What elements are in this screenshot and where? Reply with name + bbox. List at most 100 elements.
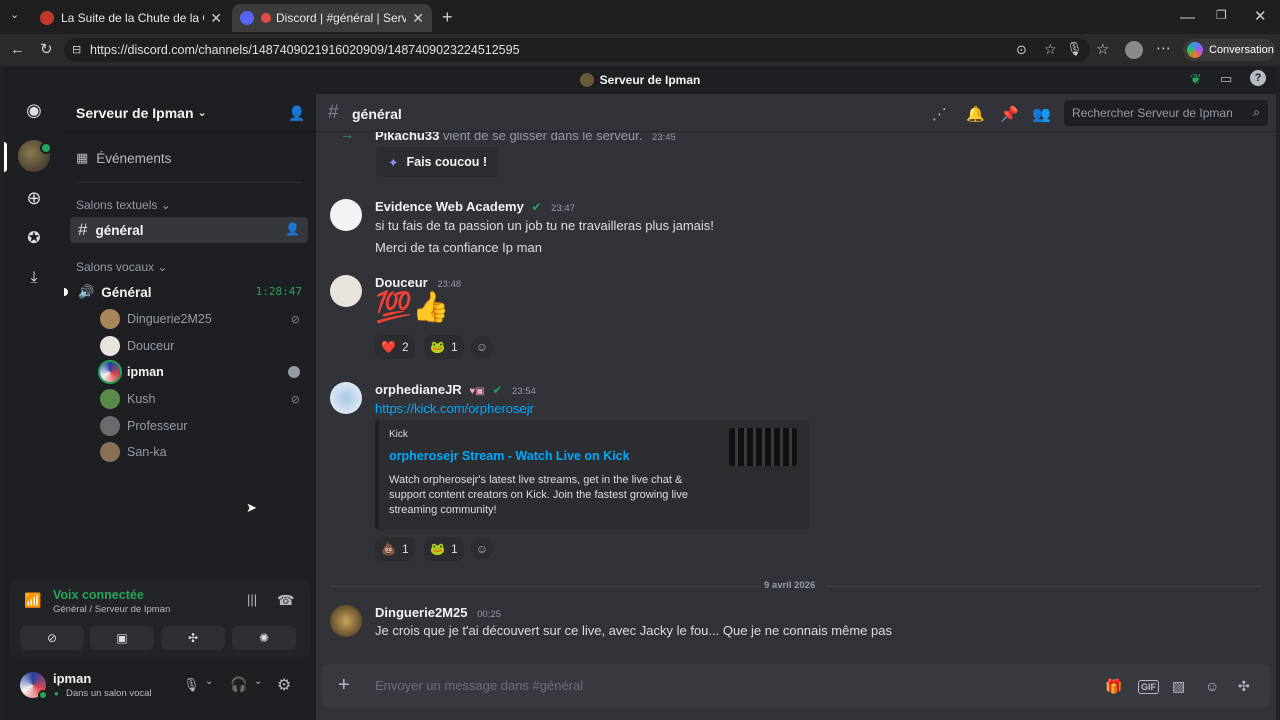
back-icon[interactable]: ← [10, 42, 25, 57]
tab-cabale[interactable]: La Suite de la Chute de la Cabale ✕ [32, 4, 230, 32]
add-reaction-button[interactable]: ☺ [471, 538, 493, 560]
avatar[interactable] [330, 275, 362, 307]
microphone-icon[interactable]: 🎙 [183, 677, 200, 693]
author-name[interactable]: Evidence Web Academy [375, 199, 524, 214]
username: ipman [53, 671, 92, 686]
reader-icon[interactable]: ⊙ [1016, 42, 1027, 58]
video-off-button[interactable]: ⊘ [20, 626, 84, 650]
disconnect-icon[interactable]: ☎ [277, 592, 294, 609]
calendar-icon: ▦ [76, 150, 89, 165]
embed-thumbnail[interactable] [729, 428, 797, 466]
voice-member[interactable]: San-ka [100, 440, 306, 464]
message-link[interactable]: https://kick.com/orpherosejr [375, 401, 534, 416]
url-bar[interactable]: ⊟ https://discord.com/channels/148740902… [64, 38, 1090, 62]
soundboard-button[interactable]: ✺ [232, 626, 296, 650]
tab-discord[interactable]: Discord | #général | Serveur de Ipman ✕ [232, 4, 432, 32]
rail-selected-indicator [4, 142, 7, 172]
discover-icon[interactable]: ✪ [20, 224, 48, 252]
tab-list-chevron-icon[interactable]: ⌄ [10, 10, 19, 21]
screen-share-button[interactable]: ▣ [90, 626, 154, 650]
add-attachment-icon[interactable]: + [338, 674, 350, 697]
reaction-frog[interactable]: 🐸 1 [424, 335, 464, 359]
channel-general-text[interactable]: # général 👤 [70, 217, 308, 243]
reaction-count: 1 [401, 542, 409, 556]
new-tab-button[interactable]: + [442, 8, 453, 26]
wave-button[interactable]: ✦ Fais coucou ! [376, 147, 499, 177]
channel-label: général [95, 222, 144, 238]
site-info-icon[interactable]: ⊟ [72, 43, 81, 56]
favorites-icon[interactable]: ☆ [1096, 42, 1109, 57]
author-name[interactable]: Pikachu33 [375, 132, 439, 143]
message-input[interactable]: Envoyer un message dans #général [375, 678, 583, 693]
add-reaction-button[interactable]: ☺ [471, 336, 493, 358]
favorite-star-icon[interactable]: ☆ [1044, 41, 1057, 58]
close-window-icon[interactable]: ✕ [1254, 9, 1267, 24]
chevron-down-icon[interactable]: ⌄ [254, 676, 262, 687]
author-name[interactable]: orphedianeJR [375, 382, 462, 397]
threads-icon[interactable]: ⋰ [932, 105, 947, 123]
server-search-input[interactable]: Rechercher Serveur de Ipman ⌕ [1064, 100, 1268, 126]
gif-icon[interactable]: GIF [1138, 680, 1159, 694]
screen-share-icon: ▣ [116, 631, 128, 645]
add-server-icon[interactable]: ⊕ [20, 184, 48, 212]
author-name[interactable]: Douceur [375, 275, 428, 290]
voice-member[interactable]: Douceur [100, 334, 306, 358]
member-list-icon[interactable]: 👥 [1032, 105, 1051, 123]
profile-avatar[interactable] [1125, 41, 1143, 59]
avatar[interactable] [330, 605, 362, 637]
emoji-icon[interactable]: ☺ [1205, 678, 1219, 694]
channel-general-voice[interactable]: 🔊 Général 1:28:47 [64, 280, 308, 304]
events-item[interactable]: ▦ Événements [76, 150, 171, 166]
voice-channels-category[interactable]: Salons vocaux ⌄ [76, 260, 167, 274]
avatar[interactable] [330, 199, 362, 231]
maximize-icon[interactable]: ❐ [1216, 9, 1227, 21]
more-menu-icon[interactable]: ⋯ [1156, 41, 1171, 56]
channel-title: général [352, 106, 402, 122]
reload-icon[interactable]: ↻ [40, 42, 53, 57]
voice-location[interactable]: Général / Serveur de Ipman [53, 604, 170, 615]
verified-badge-icon: ✔ [492, 383, 503, 397]
reaction-frog[interactable]: 🐸 1 [424, 537, 464, 561]
discord-home-icon[interactable]: ◉ [20, 96, 48, 124]
message-composer[interactable]: + Envoyer un message dans #général 🎁 GIF… [322, 664, 1270, 708]
reaction-poop[interactable]: 💩 1 [375, 537, 415, 561]
gift-icon[interactable]: 🎁 [1105, 678, 1122, 695]
headphones-icon[interactable]: 🎧 [230, 676, 247, 693]
chevron-down-icon[interactable]: ⌄ [205, 676, 213, 687]
message-text: Merci de ta confiance Ip man [375, 240, 542, 255]
author-name[interactable]: Dinguerie2M25 [375, 605, 467, 620]
nitro-leaf-icon[interactable]: ❦ [1190, 71, 1202, 88]
timestamp: 23:45 [652, 132, 676, 143]
text-channels-category[interactable]: Salons textuels ⌄ [76, 198, 171, 212]
settings-gear-icon[interactable]: ⚙ [277, 675, 291, 695]
voice-member[interactable]: Professeur [100, 414, 306, 438]
activities-button[interactable]: ✣ [161, 626, 225, 650]
minimize-icon[interactable]: — [1180, 10, 1195, 25]
apps-icon[interactable]: ✣ [1238, 678, 1250, 695]
copilot-conversation-button[interactable]: Conversation [1183, 39, 1275, 61]
voice-member[interactable]: ipman [100, 360, 306, 384]
date-divider-line-left [330, 586, 760, 587]
reaction-heart[interactable]: ❤️ 2 [375, 335, 415, 359]
voice-member[interactable]: Kush ⊘ [100, 387, 306, 411]
microphone-icon[interactable]: 🎙 [1066, 41, 1083, 57]
server-name-header[interactable]: Serveur de Ipman ⌄ 👤 [64, 94, 316, 132]
message-text: Je crois que je t'ai découvert sur ce li… [375, 623, 892, 638]
close-tab-icon[interactable]: ✕ [210, 10, 222, 27]
close-tab-icon[interactable]: ✕ [412, 10, 424, 27]
help-icon[interactable]: ? [1250, 70, 1266, 86]
avatar[interactable] [330, 382, 362, 414]
embed-title[interactable]: orpherosejr Stream - Watch Live on Kick [389, 449, 630, 463]
sticker-icon[interactable]: ▨ [1172, 678, 1185, 695]
inbox-icon[interactable]: ▭ [1220, 71, 1232, 87]
wave-sticker-icon: ✦ [388, 155, 399, 170]
download-icon[interactable]: ⤓ [20, 264, 48, 292]
embed-provider[interactable]: Kick [389, 429, 408, 440]
timestamp: 23:54 [512, 386, 536, 397]
invite-people-icon[interactable]: 👤 [288, 105, 305, 122]
pin-icon[interactable]: 📌 [1000, 105, 1019, 123]
notification-bell-icon[interactable]: 🔔 [966, 105, 985, 123]
voice-member[interactable]: Dinguerie2M25 ⊘ [100, 307, 306, 331]
noise-suppression-icon[interactable]: ||| [247, 592, 257, 607]
add-member-icon[interactable]: 👤 [285, 222, 300, 236]
